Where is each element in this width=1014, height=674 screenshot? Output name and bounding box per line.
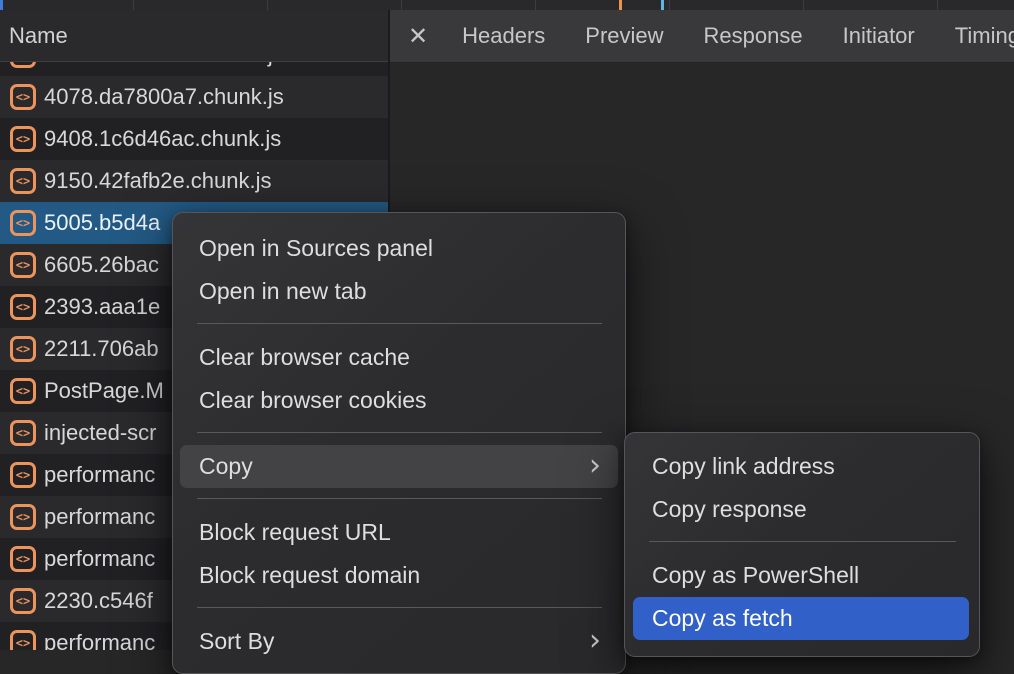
script-file-icon: <> (10, 126, 36, 152)
network-request-row[interactable]: <> 9150.42fafb2e.chunk.js (0, 160, 388, 202)
menu-separator (197, 607, 602, 608)
script-file-icon: <> (10, 588, 36, 614)
network-request-row[interactable]: <> 9408.1c6d46ac.chunk.js (0, 118, 388, 160)
menu-separator (197, 498, 602, 499)
script-file-icon: <> (10, 504, 36, 530)
request-name: 2211.706ab (44, 336, 159, 362)
detail-tab-bar: ✕ Headers Preview Response Initiator Tim… (390, 10, 1014, 63)
overview-event-marker-orange-icon (619, 0, 622, 10)
script-file-icon: <> (10, 252, 36, 278)
tab-preview[interactable]: Preview (565, 23, 683, 49)
copy-submenu: Copy link address Copy response Copy as … (624, 432, 980, 657)
tab-response[interactable]: Response (684, 23, 823, 49)
name-column-label: Name (9, 23, 68, 49)
script-file-icon: <> (10, 210, 36, 236)
menu-item-clear-browser-cache[interactable]: Clear browser cache (173, 336, 625, 379)
tab-headers[interactable]: Headers (442, 23, 565, 49)
sort-by-label: Sort By (199, 628, 274, 654)
request-name: 6605.26bac (44, 252, 159, 278)
submenu-item-copy-as-powershell[interactable]: Copy as PowerShell (625, 554, 979, 597)
menu-item-sort-by[interactable]: Sort By › (173, 620, 625, 663)
request-name: 4078.da7800a7.chunk.js (44, 84, 284, 110)
chevron-right-icon: › (589, 619, 601, 662)
network-request-row[interactable]: <> 4078.da7800a7.chunk.js (0, 76, 388, 118)
menu-item-open-in-new-tab[interactable]: Open in new tab (173, 270, 625, 313)
copy-label: Copy (199, 453, 253, 479)
submenu-item-copy-response[interactable]: Copy response (625, 488, 979, 531)
request-name: 2393.aaa1e (44, 294, 160, 320)
detail-tabs: Headers Preview Response Initiator Timin… (442, 23, 1014, 49)
name-column-header[interactable]: Name (0, 10, 388, 62)
script-file-icon: <> (10, 546, 36, 572)
request-name: injected-scr (44, 420, 156, 446)
context-menu: Open in Sources panel Open in new tab Cl… (172, 212, 626, 674)
menu-item-copy[interactable]: Copy › (180, 445, 618, 488)
submenu-item-copy-link-address[interactable]: Copy link address (625, 445, 979, 488)
script-file-icon: <> (10, 168, 36, 194)
tab-timing[interactable]: Timing (935, 23, 1014, 49)
request-name: performanc (44, 630, 155, 650)
request-name: 9150.42fafb2e.chunk.js (44, 168, 272, 194)
menu-item-block-request-domain[interactable]: Block request domain (173, 554, 625, 597)
request-name: performanc (44, 546, 155, 572)
menu-item-clear-browser-cookies[interactable]: Clear browser cookies (173, 379, 625, 422)
overview-event-marker-cyan-icon (661, 0, 664, 10)
script-file-icon: <> (10, 462, 36, 488)
menu-item-block-request-url[interactable]: Block request URL (173, 511, 625, 554)
chevron-right-icon: › (589, 444, 601, 487)
script-file-icon: <> (10, 336, 36, 362)
request-name: performanc (44, 462, 155, 488)
request-name: 2230.c546f (44, 588, 153, 614)
script-file-icon: <> (10, 378, 36, 404)
request-name: 9408.1c6d46ac.chunk.js (44, 126, 281, 152)
script-file-icon: <> (10, 630, 36, 650)
tab-initiator[interactable]: Initiator (823, 23, 935, 49)
menu-separator (197, 323, 602, 324)
request-name: 5005.b5d4a (44, 210, 160, 236)
menu-separator (197, 432, 602, 433)
close-icon[interactable]: ✕ (408, 22, 428, 51)
menu-separator (649, 541, 956, 542)
script-file-icon: <> (10, 420, 36, 446)
script-file-icon: <> (10, 84, 36, 110)
menu-item-open-in-sources-panel[interactable]: Open in Sources panel (173, 227, 625, 270)
overview-start-marker-icon (0, 0, 3, 10)
script-file-icon: <> (10, 294, 36, 320)
request-name: performanc (44, 504, 155, 530)
submenu-item-copy-as-fetch[interactable]: Copy as fetch (633, 597, 969, 640)
request-name: PostPage.M (44, 378, 164, 404)
network-overview-timeline[interactable] (0, 0, 1014, 10)
